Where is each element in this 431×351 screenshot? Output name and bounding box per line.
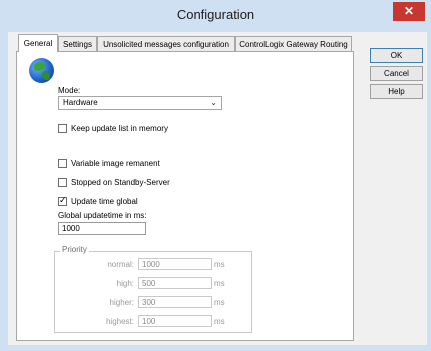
tab-label: General — [23, 39, 53, 48]
mode-select[interactable]: Hardware ⌄ — [58, 96, 222, 110]
dialog-client-area: General Settings Unsolicited messages co… — [8, 32, 427, 345]
tab-controllogix-gateway-routing[interactable]: ControlLogix Gateway Routing — [235, 36, 352, 51]
dialog-frame: Configuration ✕ General Settings Unsolic… — [0, 0, 431, 351]
tab-unsolicited-messages[interactable]: Unsolicited messages configuration — [97, 36, 235, 51]
stopped-on-standby-checkbox[interactable] — [58, 178, 67, 187]
priority-highest-input[interactable]: 100 — [138, 315, 212, 327]
title-bar[interactable]: Configuration ✕ — [0, 0, 431, 32]
mode-select-value: Hardware — [63, 98, 98, 107]
cancel-button-label: Cancel — [384, 69, 409, 78]
chevron-down-icon: ⌄ — [210, 98, 217, 107]
mode-label: Mode: — [58, 86, 81, 95]
variable-image-remanent-checkbox[interactable] — [58, 159, 67, 168]
help-button[interactable]: Help — [370, 84, 423, 99]
update-time-global-checkbox[interactable] — [58, 195, 67, 206]
priority-high-value: 500 — [142, 279, 156, 288]
tab-settings[interactable]: Settings — [58, 36, 97, 51]
stopped-on-standby-label: Stopped on Standby-Server — [71, 178, 170, 187]
keep-update-list-label: Keep update list in memory — [71, 124, 168, 133]
priority-normal-unit: ms — [214, 260, 225, 269]
priority-normal-value: 1000 — [142, 260, 160, 269]
priority-normal-input[interactable]: 1000 — [138, 258, 212, 270]
update-time-global-label: Update time global — [71, 197, 138, 206]
close-button[interactable]: ✕ — [393, 2, 425, 21]
priority-highest-value: 100 — [142, 317, 156, 326]
global-updatetime-input[interactable]: 1000 — [58, 222, 146, 235]
priority-normal-label: normal: — [107, 260, 134, 269]
priority-highest-label: highest: — [105, 317, 134, 326]
priority-highest-unit: ms — [214, 317, 225, 326]
tab-general[interactable]: General — [18, 34, 58, 52]
priority-higher-unit: ms — [214, 298, 225, 307]
tab-label: Settings — [63, 40, 92, 49]
close-icon: ✕ — [403, 4, 415, 18]
keep-update-list-checkbox[interactable] — [58, 124, 67, 133]
priority-higher-value: 300 — [142, 298, 156, 307]
global-updatetime-value: 1000 — [62, 224, 80, 233]
priority-group-title: Priority — [60, 245, 89, 254]
priority-high-unit: ms — [214, 279, 225, 288]
variable-image-remanent-label: Variable image remanent — [71, 159, 160, 168]
ok-button-label: OK — [390, 51, 403, 60]
help-button-label: Help — [388, 87, 405, 96]
priority-high-label: high: — [116, 279, 134, 288]
priority-higher-input[interactable]: 300 — [138, 296, 212, 308]
cancel-button[interactable]: Cancel — [370, 66, 423, 81]
tab-label: ControlLogix Gateway Routing — [239, 40, 348, 49]
window-title: Configuration — [176, 7, 255, 22]
global-updatetime-label: Global updatetime in ms: — [58, 211, 147, 220]
priority-higher-label: higher: — [109, 298, 134, 307]
priority-high-input[interactable]: 500 — [138, 277, 212, 289]
ok-button[interactable]: OK — [370, 48, 423, 63]
tab-label: Unsolicited messages configuration — [103, 40, 229, 49]
globe-icon — [29, 58, 54, 83]
general-tab-panel: Mode: Hardware ⌄ Keep update list in mem… — [16, 51, 354, 341]
